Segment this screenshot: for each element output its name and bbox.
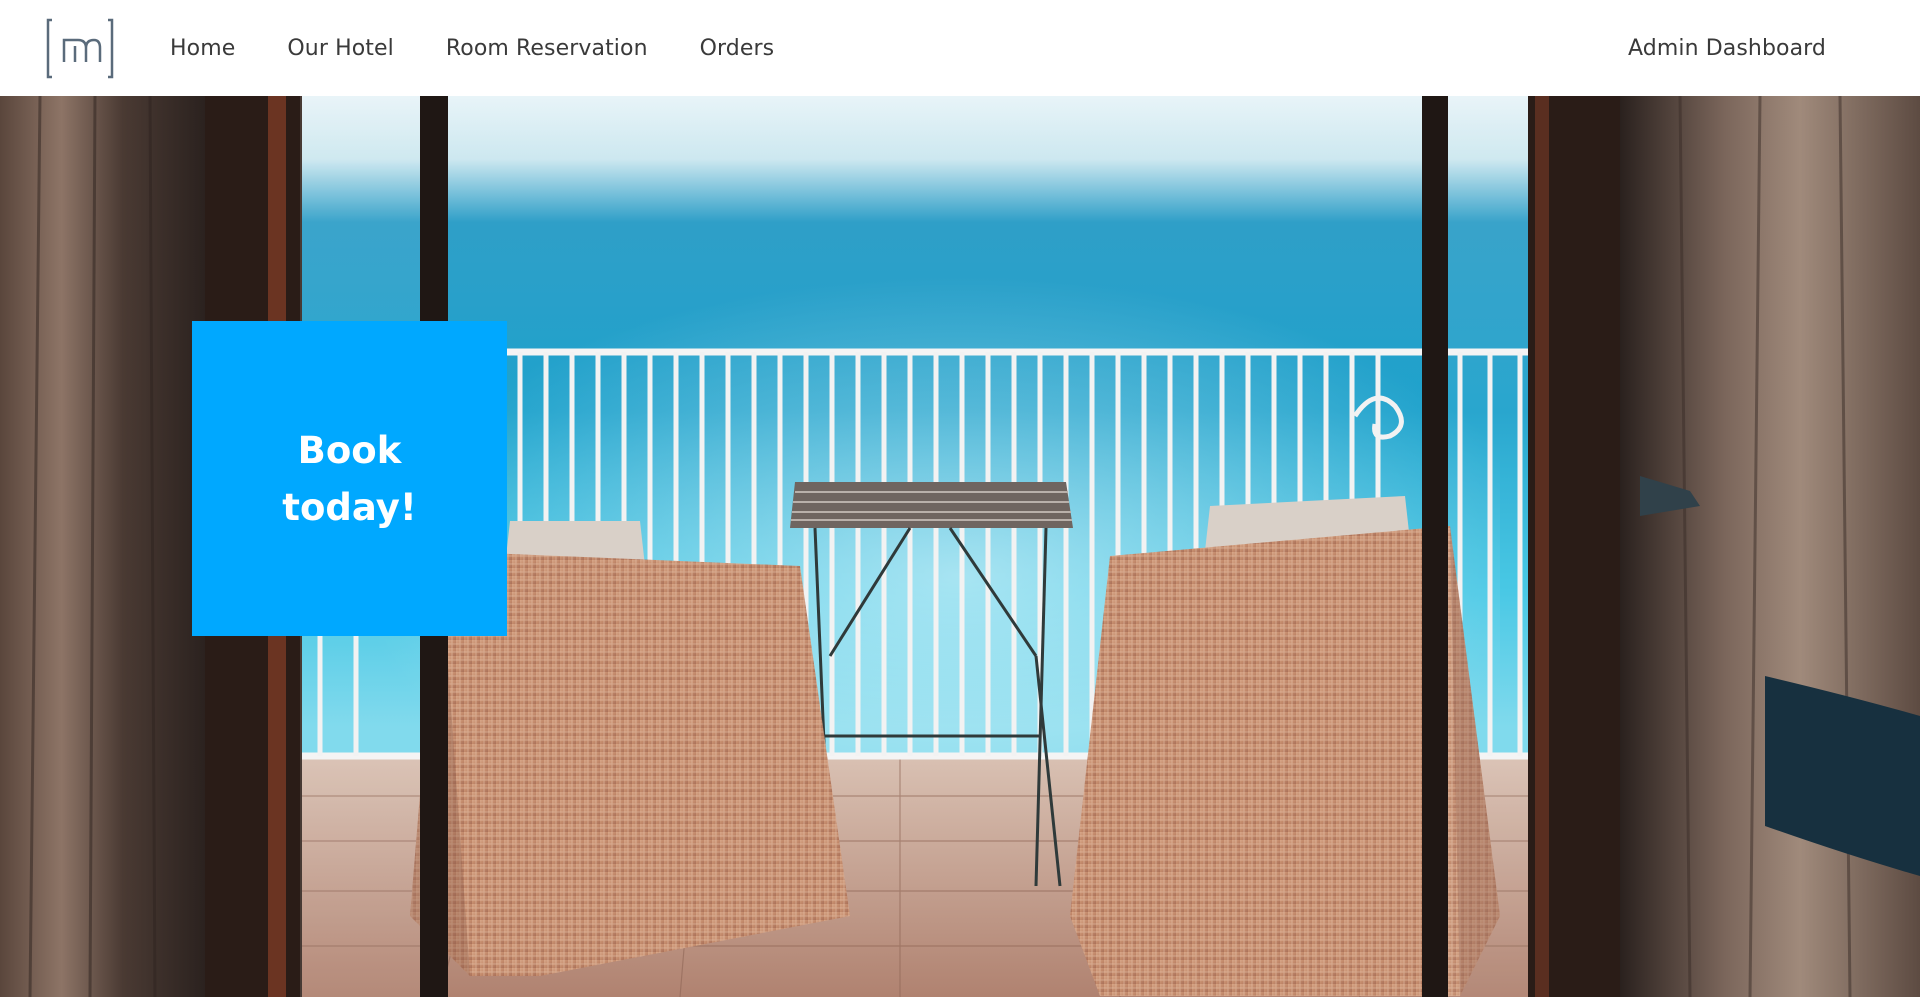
nav-item-admin-dashboard[interactable]: Admin Dashboard (1628, 36, 1826, 61)
nav-item-our-hotel[interactable]: Our Hotel (287, 36, 393, 61)
nav-item-room-reservation[interactable]: Room Reservation (446, 36, 648, 61)
book-today-button[interactable]: Book today! (192, 321, 507, 636)
hero-banner: Book today! (0, 96, 1920, 997)
brand-logo-icon[interactable] (46, 18, 114, 79)
main-nav: Home Our Hotel Room Reservation Orders (170, 0, 826, 96)
nav-item-orders[interactable]: Orders (700, 36, 775, 61)
nav-item-home[interactable]: Home (170, 36, 235, 61)
book-today-label: Book today! (282, 428, 417, 529)
top-navbar: Home Our Hotel Room Reservation Orders A… (0, 0, 1920, 96)
nav-right: Admin Dashboard (1628, 0, 1826, 96)
